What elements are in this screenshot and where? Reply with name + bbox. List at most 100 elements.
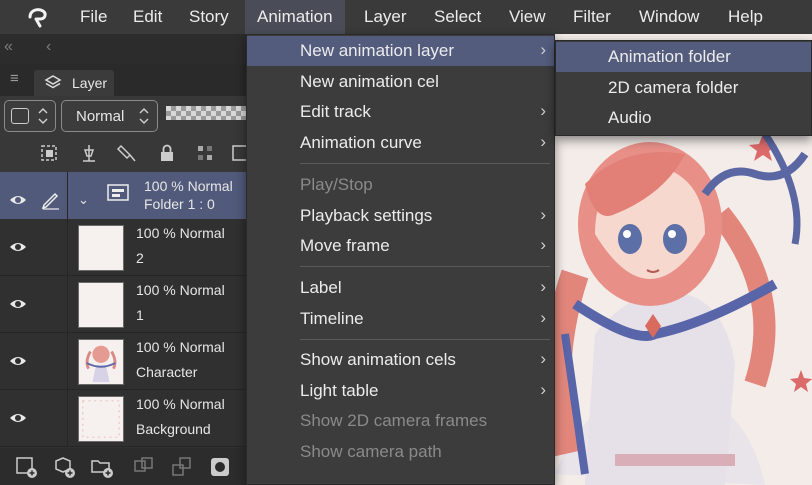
eye-icon[interactable] (8, 294, 28, 314)
layer-name: 1 (136, 307, 144, 323)
menu-item-label: 2D camera folder (608, 78, 739, 97)
submenu-arrow-icon: › (540, 205, 546, 224)
updown-icon (38, 107, 48, 125)
menu-item-label: Move frame (300, 236, 390, 255)
menu-item-animation-curve[interactable]: Animation curve › (247, 128, 554, 158)
menu-window[interactable]: Window (639, 0, 699, 34)
panel-header: « ‹ (0, 34, 246, 64)
edit-status-cell[interactable] (36, 333, 68, 390)
menu-story[interactable]: Story (189, 0, 229, 34)
background-thumbnail (78, 396, 124, 442)
clip-to-layer-below-icon[interactable] (38, 142, 60, 164)
menu-item-label: Show camera path (300, 442, 442, 461)
menu-item-move-frame[interactable]: Move frame › (247, 231, 554, 261)
layer-name: 2 (136, 250, 144, 266)
menu-select[interactable]: Select (434, 0, 481, 34)
transfer-down-icon[interactable] (132, 455, 156, 479)
menu-item-label: Label (300, 278, 342, 297)
expression-color-select[interactable] (4, 100, 56, 132)
menu-item-label: Show animation cels (300, 350, 456, 369)
blend-mode-value: Normal (76, 108, 125, 125)
menu-help[interactable]: Help (728, 0, 763, 34)
layer-opacity-mode: 100 % Normal (136, 339, 225, 355)
chevron-down-icon[interactable]: ⌄ (78, 192, 89, 208)
submenu-item-audio[interactable]: Audio (556, 103, 811, 133)
submenu-arrow-icon: › (540, 277, 546, 296)
menu-item-light-table[interactable]: Light table › (247, 376, 554, 406)
menu-separator (300, 163, 550, 164)
pencil-icon (41, 192, 59, 210)
submenu-item-2d-camera-folder[interactable]: 2D camera folder (556, 73, 811, 103)
edit-status-cell[interactable] (36, 390, 68, 447)
menu-item-new-animation-layer[interactable]: New animation layer › (247, 36, 554, 66)
lock-transparency-icon[interactable] (194, 142, 216, 164)
menu-item-show-animation-cels[interactable]: Show animation cels › (247, 345, 554, 375)
eye-icon[interactable] (8, 408, 28, 428)
submenu-arrow-icon: › (540, 101, 546, 120)
menu-item-label: Show 2D camera frames (300, 411, 488, 430)
menu-edit[interactable]: Edit (133, 0, 162, 34)
menu-item-timeline[interactable]: Timeline › (247, 304, 554, 334)
animation-folder-icon (107, 184, 129, 201)
layer-row-character[interactable]: 100 % Normal Character (0, 333, 246, 390)
new-raster-layer-icon[interactable] (14, 455, 38, 479)
menu-view[interactable]: View (509, 0, 546, 34)
submenu-item-animation-folder[interactable]: Animation folder (556, 42, 811, 72)
new-vector-layer-icon[interactable] (52, 455, 76, 479)
edit-status-cell[interactable] (36, 219, 68, 276)
layer-opacity-mode: 100 % Normal (136, 396, 225, 412)
menu-item-label-submenu[interactable]: Label › (247, 273, 554, 303)
opacity-slider[interactable] (166, 106, 246, 120)
layer-bottom-toolbar (0, 448, 246, 485)
layer-panel: « ‹ ≡ Layer Normal ⌄ 100 % Normal Folder… (0, 34, 248, 485)
menu-animation[interactable]: Animation (245, 0, 345, 34)
layer-mask-icon[interactable] (208, 455, 232, 479)
eye-icon[interactable] (8, 237, 28, 257)
submenu-arrow-icon: › (540, 40, 546, 59)
menu-file[interactable]: File (80, 0, 107, 34)
layer-opacity-mode: 100 % Normal (144, 178, 233, 194)
layer-tool-row (0, 134, 248, 172)
eye-icon[interactable] (8, 351, 28, 371)
color-square-icon (11, 108, 29, 124)
menu-item-new-animation-cel[interactable]: New animation cel (247, 67, 554, 97)
clip-studio-logo-icon[interactable] (26, 5, 50, 29)
menu-item-label: New animation cel (300, 72, 439, 91)
edit-status-cell[interactable] (36, 276, 68, 333)
eye-icon[interactable] (8, 190, 28, 210)
menu-item-label: New animation layer (300, 41, 455, 60)
menu-item-label: Playback settings (300, 206, 433, 225)
menu-item-playback-settings[interactable]: Playback settings › (247, 201, 554, 231)
layer-name: Folder 1 : 0 (144, 196, 215, 212)
layer-name: Background (136, 421, 211, 437)
character-thumbnail (78, 339, 124, 385)
collapse-panel-icon[interactable]: « (4, 38, 13, 56)
submenu-arrow-icon: › (540, 380, 546, 399)
lock-icon[interactable] (156, 142, 178, 164)
updown-icon (139, 107, 149, 125)
menu-separator (300, 339, 550, 340)
menu-item-label: Timeline (300, 309, 364, 328)
draft-layer-icon[interactable] (116, 142, 138, 164)
merge-down-icon[interactable] (170, 455, 194, 479)
new-animation-layer-submenu: Animation folder 2D camera folder Audio (555, 40, 812, 136)
menu-item-label: Light table (300, 381, 379, 400)
menu-layer[interactable]: Layer (364, 0, 407, 34)
layer-thumbnail (78, 282, 124, 328)
new-folder-icon[interactable] (90, 455, 114, 479)
submenu-arrow-icon: › (540, 132, 546, 151)
menu-item-edit-track[interactable]: Edit track › (247, 97, 554, 127)
layer-row-1[interactable]: 100 % Normal 1 (0, 276, 246, 333)
reference-layer-icon[interactable] (78, 142, 100, 164)
panel-menu-icon[interactable]: ≡ (10, 70, 19, 87)
layer-row-2[interactable]: 100 % Normal 2 (0, 219, 246, 276)
tab-layer[interactable]: Layer (34, 70, 114, 96)
submenu-arrow-icon: › (540, 308, 546, 327)
menu-filter[interactable]: Filter (573, 0, 611, 34)
layer-opacity-mode: 100 % Normal (136, 282, 225, 298)
layer-row-background[interactable]: 100 % Normal Background (0, 390, 246, 447)
blend-mode-select[interactable]: Normal (61, 100, 158, 132)
back-icon[interactable]: ‹ (46, 38, 51, 56)
layers-icon (44, 75, 62, 89)
submenu-arrow-icon: › (540, 349, 546, 368)
